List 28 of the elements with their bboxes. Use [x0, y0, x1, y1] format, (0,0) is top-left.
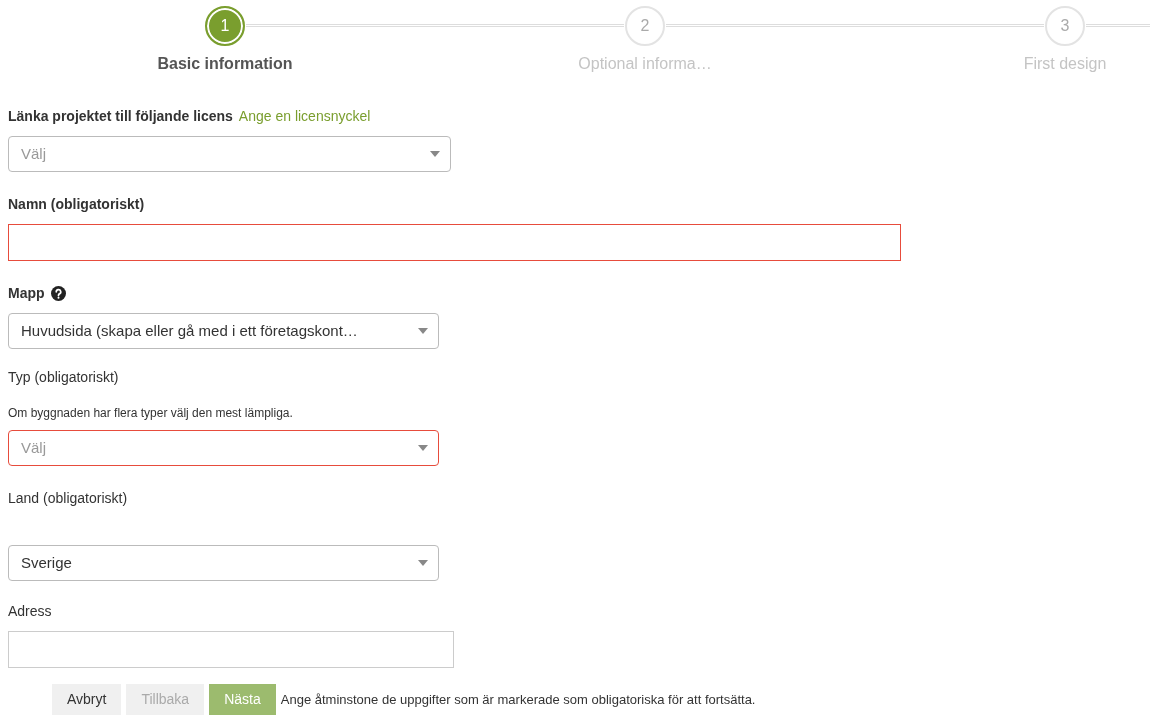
select-field[interactable]: Välj — [8, 430, 439, 466]
license-key-link[interactable]: Ange en licensnyckel — [238, 106, 371, 127]
step-label[interactable]: Optional informa… — [578, 52, 712, 76]
help-icon[interactable] — [50, 286, 66, 301]
step-label[interactable]: First design — [1023, 52, 1107, 76]
field-label: Land (obligatoriskt) — [8, 489, 128, 508]
hint-text: Om byggnaden har flera typer välj den mest lämpliga. — [8, 405, 294, 422]
step-number[interactable]: 3 — [1045, 6, 1085, 46]
caret-icon — [418, 560, 428, 566]
field-label: Typ (obligatoriskt) — [8, 368, 119, 387]
step-label[interactable]: Basic information — [157, 52, 293, 76]
select-field[interactable]: Huvudsida (skapa eller gå med i ett företagskont… — [8, 313, 439, 349]
input-field[interactable] — [8, 631, 454, 668]
wizard-button[interactable]: Nästa — [209, 684, 276, 715]
caret-icon — [418, 328, 428, 334]
field-label: Länka projektet till följande licens — [8, 107, 233, 126]
field-label: Mapp — [8, 284, 45, 303]
select-field[interactable]: Sverige — [8, 545, 439, 581]
field-label: Adress — [8, 602, 52, 621]
step-number[interactable]: 1 — [205, 6, 245, 46]
validation-message: Ange åtminstone de uppgifter som är markerade som obligatoriska för att fortsätta. — [280, 690, 756, 709]
step-number[interactable]: 2 — [625, 6, 665, 46]
caret-icon — [430, 151, 440, 157]
caret-icon — [418, 445, 428, 451]
wizard-button[interactable]: Avbryt — [52, 684, 122, 715]
select-field[interactable]: Välj — [8, 136, 451, 172]
input-field[interactable] — [8, 224, 901, 261]
field-label: Namn (obligatoriskt) — [8, 195, 145, 214]
